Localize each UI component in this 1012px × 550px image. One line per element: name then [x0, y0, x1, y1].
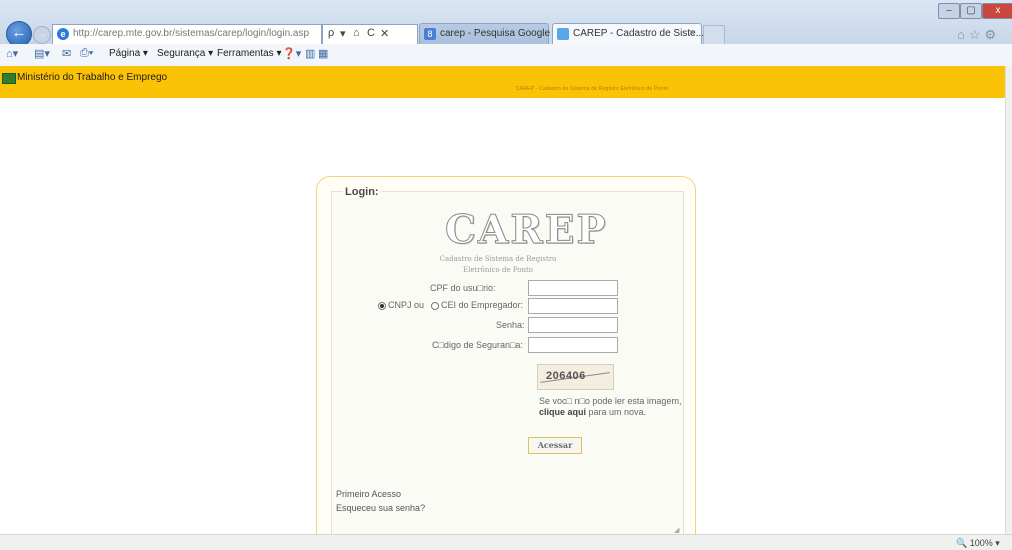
first-access-link[interactable]: Primeiro Acesso: [336, 489, 401, 499]
senha-label: Senha:: [496, 320, 525, 330]
captcha-help-line-2: clique aqui para um nova.: [539, 407, 681, 418]
captcha-help-suffix: para um nova.: [586, 407, 647, 417]
security-code-input[interactable]: [528, 337, 618, 353]
tab-label: carep - Pesquisa Google: [440, 28, 551, 39]
cpf-label: CPF do usu□rio:: [430, 283, 496, 293]
cpf-input[interactable]: [528, 280, 618, 296]
cnpj-cei-input[interactable]: [528, 298, 618, 314]
forward-arrow-icon: →: [37, 29, 47, 40]
home-icon[interactable]: ⌂▾: [6, 47, 18, 60]
feeds-icon[interactable]: ▤▾: [34, 47, 50, 60]
system-name: CAREP - Cadastro de Sistema de Registro …: [516, 86, 669, 92]
carep-favicon-icon: [557, 28, 569, 40]
home-favorites-tools-icons[interactable]: ⌂☆⚙: [957, 27, 1000, 43]
resize-grip-icon[interactable]: ◢: [674, 526, 679, 534]
captcha-image: 206406: [537, 364, 614, 390]
page-scrollbar[interactable]: [1005, 66, 1012, 534]
password-input[interactable]: [528, 317, 618, 333]
logo-subtitle-line-2: Eletrônico de Ponto: [463, 266, 533, 274]
ministry-name: Ministério do Trabalho e Emprego: [17, 72, 168, 83]
new-tab-button[interactable]: [703, 25, 725, 44]
refresh-icon[interactable]: C: [367, 27, 375, 39]
forward-button[interactable]: →: [33, 26, 51, 44]
status-bar: 🔍 100% ▾: [0, 534, 1012, 550]
tab-google-search[interactable]: 8 carep - Pesquisa Google: [419, 23, 551, 45]
command-bar: [0, 44, 1012, 67]
google-favicon-icon: 8: [424, 28, 436, 40]
cei-label: CEI do Empregador:: [441, 300, 524, 310]
help-icon[interactable]: ❓▾: [282, 47, 301, 60]
stop-icon[interactable]: ✕: [380, 27, 389, 40]
cei-radio[interactable]: [431, 302, 439, 310]
close-window-button[interactable]: x: [982, 3, 1012, 19]
ie-page-icon: e: [57, 28, 69, 40]
tab-carep[interactable]: CAREP - Cadastro de Siste... ×: [552, 23, 704, 45]
close-tab-icon[interactable]: ×: [689, 27, 695, 39]
menu-ferramentas[interactable]: Ferramentas ▾: [217, 48, 281, 59]
captcha-code: 206406: [546, 370, 586, 382]
research-icon[interactable]: ▥: [305, 47, 315, 60]
mail-icon[interactable]: ✉: [62, 47, 71, 60]
maximize-button[interactable]: ▢: [960, 3, 982, 19]
zoom-level[interactable]: 🔍 100% ▾: [956, 538, 1000, 549]
address-url: http://carep.mte.gov.br/sistemas/carep/l…: [73, 28, 310, 39]
acessar-button[interactable]: Acessar: [528, 437, 582, 454]
menu-seguranca[interactable]: Segurança ▾: [157, 48, 213, 59]
cnpj-radio[interactable]: [378, 302, 386, 310]
tab-label: CAREP - Cadastro de Siste...: [573, 28, 704, 39]
address-bar[interactable]: e http://carep.mte.gov.br/sistemas/carep…: [52, 24, 322, 45]
print-icon[interactable]: ⎙▾: [80, 47, 93, 60]
captcha-help: Se voc□ n□o pode ler esta imagem, clique…: [539, 396, 681, 418]
captcha-refresh-link[interactable]: clique aqui: [539, 407, 586, 417]
logo-subtitle-line-1: Cadastro de Sistema de Registro: [439, 255, 557, 263]
search-icon[interactable]: ρ: [328, 27, 334, 39]
login-title: Login:: [343, 186, 381, 198]
ministry-logo-icon: [2, 73, 16, 84]
dropdown-icon[interactable]: ▾: [340, 27, 346, 40]
toolbar-icon[interactable]: ▦: [318, 47, 328, 60]
cnpj-label: CNPJ ou: [388, 300, 425, 310]
minimize-button[interactable]: –: [938, 3, 960, 19]
security-code-label: C□digo de Seguran□a:: [432, 340, 523, 350]
forgot-password-link[interactable]: Esqueceu sua senha?: [336, 503, 425, 513]
captcha-help-line-1: Se voc□ n□o pode ler esta imagem,: [539, 396, 682, 406]
zoom-value: 100%: [969, 538, 993, 548]
menu-pagina[interactable]: Página ▾: [109, 48, 148, 59]
back-arrow-icon: ←: [11, 24, 27, 41]
address-tools: ρ ▾ ⌂ C ✕: [322, 24, 418, 45]
compat-view-icon[interactable]: ⌂: [353, 27, 360, 39]
carep-logo-subtitle: Cadastro de Sistema de Registro Eletrôni…: [436, 254, 560, 276]
carep-logo: CAREP: [445, 207, 608, 254]
